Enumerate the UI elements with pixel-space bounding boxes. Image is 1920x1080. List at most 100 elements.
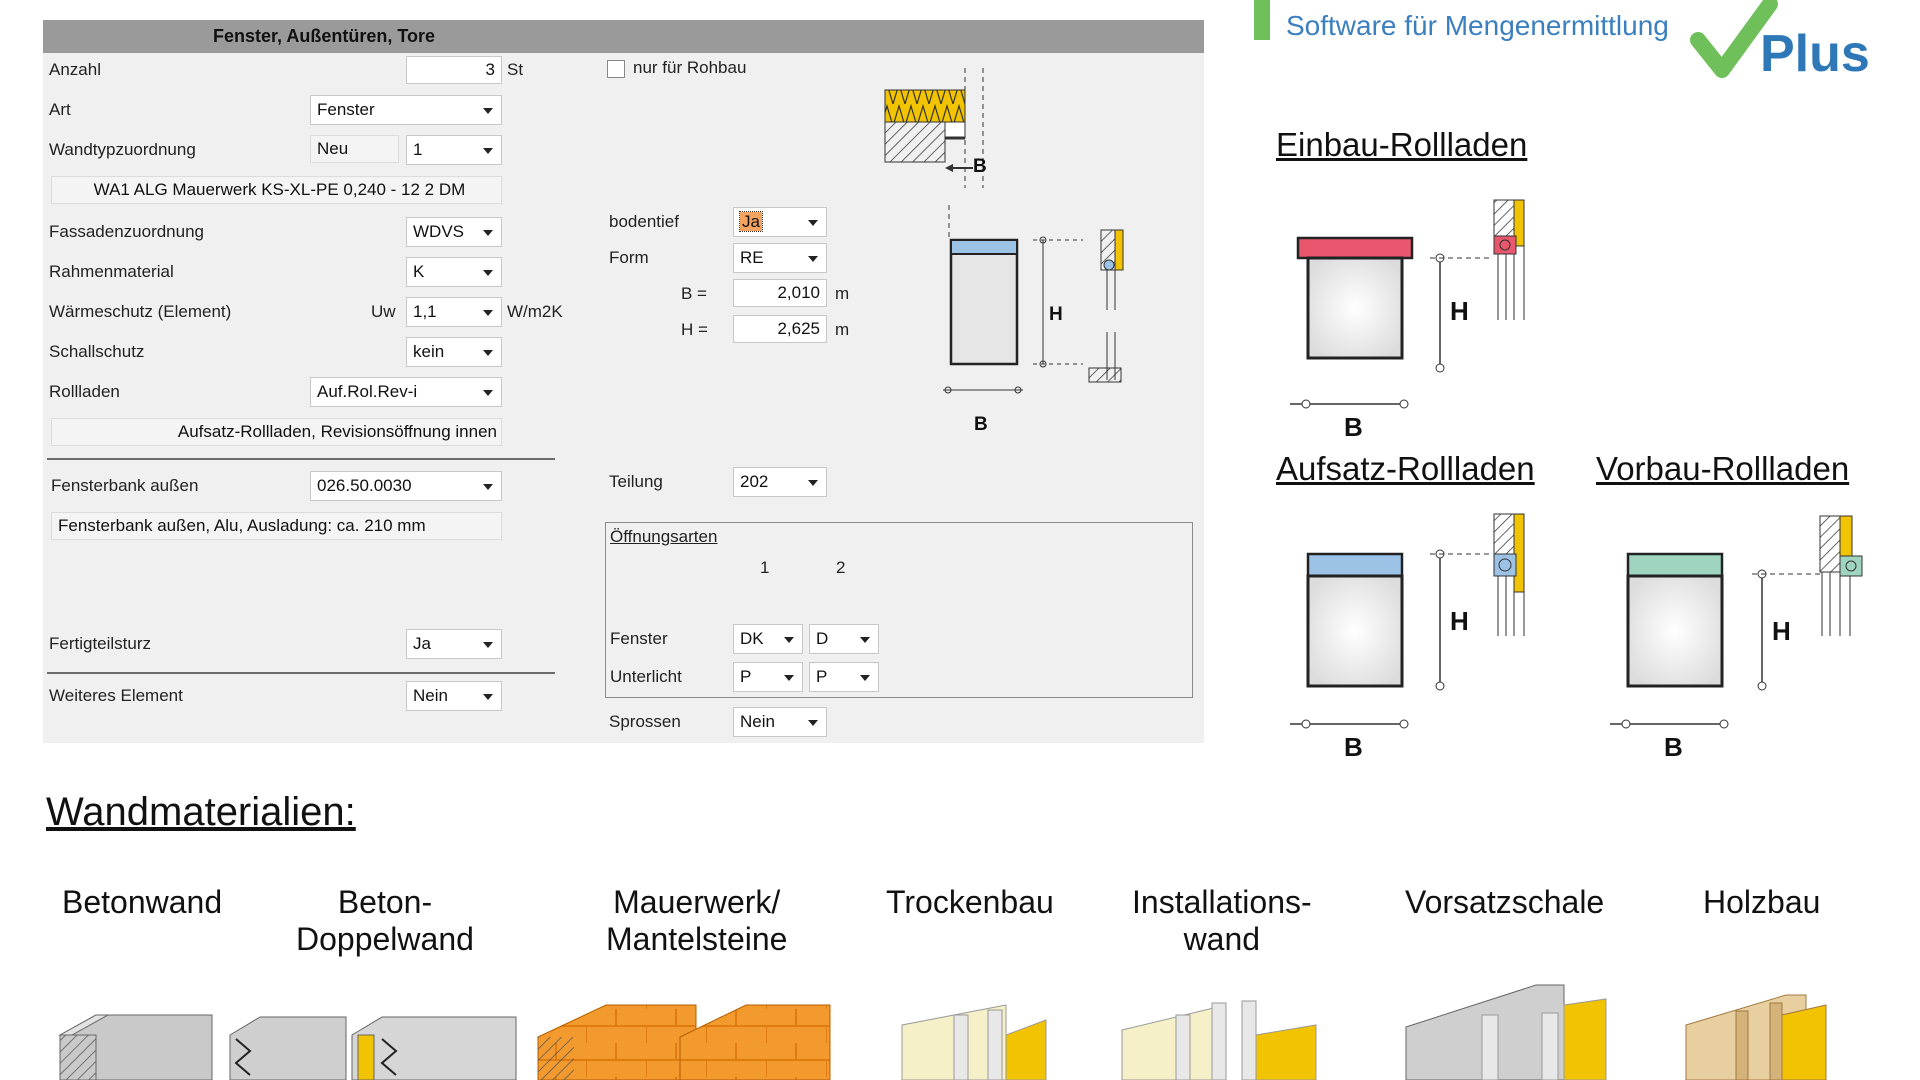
chevron-down-icon [483,270,493,276]
fenster-1-value: DK [740,629,764,648]
separator [47,672,555,674]
rollladen-select[interactable]: Auf.Rol.Rev-i [310,377,502,407]
waerme-prefix: Uw [371,302,396,321]
oeffnung-fenster-label: Fenster [610,629,668,648]
weiteres-select[interactable]: Nein [406,681,502,711]
wandtyp-label: Wandtypzuordnung [49,140,196,159]
logo-mark [1254,0,1270,40]
schall-label: Schallschutz [49,342,145,361]
material-trockenbau: Trockenbau [886,884,1054,920]
sturz-label: Fertigteilsturz [49,634,152,653]
fassade-select[interactable]: WDVS [406,217,502,247]
art-value: Fenster [317,100,375,119]
vorbau-rollladen-title: Vorbau-Rollladen [1596,450,1850,487]
rahmen-select[interactable]: K [406,257,502,287]
art-select[interactable]: Fenster [310,95,502,125]
bodentief-select[interactable]: Ja [733,207,827,237]
chevron-down-icon [483,642,493,648]
unterlicht-1-select[interactable]: P [733,662,803,692]
fensterbank-label: Fensterbank außen [51,476,199,495]
material-beton-doppelwand: Beton- Doppelwand [296,884,474,957]
h-input[interactable]: 2,625 [733,315,827,343]
chevron-down-icon [483,230,493,236]
chevron-down-icon [483,390,493,396]
chevron-down-icon [808,256,818,262]
aufsatz-rollladen-diagram [1290,513,1525,729]
chevron-down-icon [808,220,818,226]
waerme-label: Wärmeschutz (Element) [49,302,232,321]
chevron-down-icon [860,675,870,681]
unterlicht-1-value: P [740,667,752,686]
chevron-down-icon [483,694,493,700]
fassade-label: Fassadenzuordnung [49,222,205,241]
b-input[interactable]: 2,010 [733,279,827,307]
wandmaterialien-title: Wandmaterialien: [46,790,356,834]
material-mauerwerk: Mauerwerk/ Mantelsteine [606,884,788,957]
vorbau-rollladen-diagram [1610,515,1863,729]
weiteres-label: Weiteres Element [49,686,183,705]
sturz-value: Ja [413,634,431,653]
vorbau-h-label: H [1772,616,1791,646]
fassade-value: WDVS [413,222,464,241]
teilung-select[interactable]: 202 [733,467,827,497]
rahmen-value: K [413,262,425,281]
waerme-select[interactable]: 1,1 [406,297,502,327]
bodentief-label: bodentief [609,212,679,231]
oeffnungsarten-group [605,522,1193,698]
oeffnung-col-2: 2 [836,558,846,577]
anzahl-input[interactable]: 3 [406,56,502,84]
einbau-h-label: H [1450,296,1469,326]
chevron-down-icon [808,480,818,486]
rollladen-value: Auf.Rol.Rev-i [317,382,418,401]
fenster-1-select[interactable]: DK [733,624,803,654]
fensterbank-description: Fensterbank außen, Alu, Ausladung: ca. 2… [51,512,502,540]
sprossen-select[interactable]: Nein [733,707,827,737]
chevron-down-icon [483,310,493,316]
vorbau-b-label: B [1664,732,1683,762]
fenster-2-value: D [816,629,829,648]
chevron-down-icon [483,350,493,356]
window-dialog: Fenster, Außentüren, Tore Anzahl 3 St Ar… [43,20,1204,743]
logo-tagline: Software für Mengenermittlung [1286,10,1669,41]
chevron-down-icon [483,484,493,490]
logo-plus: Plus [1760,25,1870,83]
oeffnungsarten-title: Öffnungsarten [610,527,718,546]
anzahl-unit: St [507,60,524,79]
rollladen-label: Rollladen [49,382,120,401]
unterlicht-2-value: P [816,667,828,686]
window-dimension-diagram [943,205,1124,394]
nur-rohbau-checkbox[interactable] [607,60,625,78]
einbau-rollladen-title: Einbau-Rollladen [1276,126,1528,163]
waerme-value: 1,1 [413,302,437,321]
einbau-b-label: B [1344,412,1363,442]
art-label: Art [49,100,71,119]
teilung-label: Teilung [609,472,663,491]
fensterbank-select[interactable]: 026.50.0030 [310,471,502,501]
wandtyp-description: WA1 ALG Mauerwerk KS-XL-PE 0,240 - 12 2 … [51,176,502,204]
oeffnung-unterlicht-label: Unterlicht [610,667,682,686]
b-unit: m [835,284,850,303]
chevron-down-icon [483,148,493,154]
wandtyp-select[interactable]: 1 [406,135,502,165]
sturz-select[interactable]: Ja [406,629,502,659]
aufsatz-b-label: B [1344,732,1363,762]
h-unit: m [835,320,850,339]
form-select[interactable]: RE [733,243,827,273]
schall-value: kein [413,342,445,361]
wandtyp-value: 1 [413,140,423,159]
unterlicht-2-select[interactable]: P [809,662,879,692]
aufsatz-h-label: H [1450,606,1469,636]
form-value: RE [740,248,764,267]
chevron-down-icon [860,637,870,643]
material-installationswand: Installations- wand [1132,884,1312,957]
material-betonwand: Betonwand [62,884,223,920]
rahmen-label: Rahmenmaterial [49,262,174,281]
window-diagram-b-label: B [974,414,988,435]
material-vorsatzschale: Vorsatzschale [1405,884,1605,920]
material-holzbau: Holzbau [1703,884,1821,920]
waerme-unit: W/m2K [507,302,563,321]
fenster-2-select[interactable]: D [809,624,879,654]
schall-select[interactable]: kein [406,337,502,367]
wall-diagram-b-label: B [973,156,987,177]
chevron-down-icon [483,108,493,114]
